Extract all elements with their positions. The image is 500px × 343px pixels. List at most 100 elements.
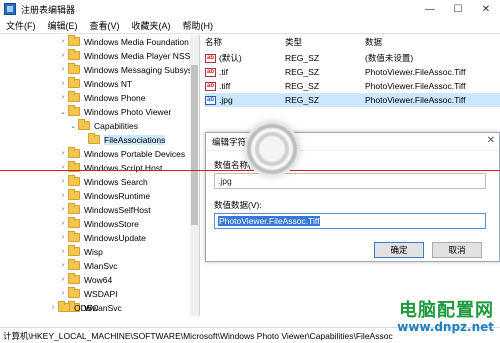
value-data-field[interactable]: PhotoViewer.FileAssoc.Tiff <box>214 213 486 229</box>
chevron-right-icon[interactable]: › <box>58 262 68 269</box>
value-data: PhotoViewer.FileAssoc.Tiff <box>365 95 466 105</box>
tree-item-label: Windows Media Foundation <box>84 36 189 47</box>
tree-item[interactable]: › WindowsSelfHost <box>58 203 151 216</box>
ok-button[interactable]: 确定 <box>374 242 424 258</box>
folder-icon <box>58 301 70 312</box>
watermark-title: 电脑配置网 <box>399 300 494 321</box>
tree-item[interactable]: › WindowsUpdate <box>58 231 146 244</box>
tree-item-label: Windows NT <box>84 78 133 89</box>
tree-item[interactable]: › Windows NT <box>58 77 132 90</box>
tree-item-label: Windows Photo Viewer <box>84 106 172 117</box>
tree-item[interactable]: › Windows Media Player NSS <box>58 49 190 62</box>
tree-item-label: WSDAPI <box>84 288 118 299</box>
tree-item[interactable]: › WindowsRuntime <box>58 189 150 202</box>
window-controls: — ☐ ✕ <box>416 0 500 18</box>
window-title: 注册表编辑器 <box>21 4 76 15</box>
tree-item[interactable]: › WSDAPI <box>58 287 118 300</box>
tree-item[interactable]: › Windows Phone <box>58 91 145 104</box>
folder-icon <box>68 77 80 88</box>
tree-item[interactable]: › Windows Portable Devices <box>58 147 185 160</box>
tree-item-label: Windows Messaging Subsys <box>84 64 193 75</box>
string-value-icon: ab <box>205 95 216 105</box>
column-header-type[interactable]: 类型 <box>285 36 365 48</box>
folder-icon <box>68 231 80 242</box>
folder-icon <box>68 147 80 158</box>
folder-icon <box>88 133 100 144</box>
folder-icon <box>68 63 80 74</box>
folder-icon <box>68 287 80 298</box>
tree-item-label: WindowsStore <box>84 218 139 229</box>
value-name: .tif <box>219 67 228 77</box>
tree-item[interactable]: › WindowsStore <box>58 217 139 230</box>
chevron-right-icon[interactable]: › <box>58 220 68 227</box>
dialog-close-icon[interactable]: ✕ <box>487 135 495 146</box>
folder-icon <box>68 245 80 256</box>
folder-icon <box>68 189 80 200</box>
value-row[interactable]: ab .tif REG_SZ PhotoViewer.FileAssoc.Tiff <box>205 65 500 79</box>
chevron-down-icon[interactable]: ⌄ <box>58 108 68 116</box>
tree-item-label: Windows Portable Devices <box>84 148 186 159</box>
chevron-right-icon[interactable]: › <box>58 80 68 87</box>
minimize-button[interactable]: — <box>416 0 444 18</box>
registry-tree: › Windows Media Foundation › Windows Media… <box>0 35 200 316</box>
loading-spinner-icon <box>244 121 300 177</box>
value-name-field[interactable]: .jpg <box>214 173 486 189</box>
value-type: REG_SZ <box>285 81 320 91</box>
chevron-right-icon[interactable]: › <box>58 178 68 185</box>
chevron-right-icon[interactable]: › <box>58 248 68 255</box>
scrollbar-thumb[interactable] <box>191 65 198 225</box>
tree-item[interactable]: › Windows Script Host <box>58 161 162 174</box>
menu-view[interactable]: 查看(V) <box>84 19 126 32</box>
column-header-name[interactable]: 名称 <box>205 36 285 48</box>
value-row-selected[interactable]: ab .jpg REG_SZ PhotoViewer.FileAssoc.Tiff <box>205 93 500 107</box>
chevron-right-icon[interactable]: › <box>58 66 68 73</box>
value-data: (数值未设置) <box>365 53 414 63</box>
menu-help[interactable]: 帮助(H) <box>177 19 220 32</box>
close-button[interactable]: ✕ <box>472 0 500 18</box>
menu-file[interactable]: 文件(F) <box>0 19 42 32</box>
tree-item[interactable]: › Windows Messaging Subsys <box>58 63 192 76</box>
chevron-right-icon[interactable]: › <box>48 304 58 311</box>
folder-icon <box>78 119 90 130</box>
tree-item[interactable]: ⌄ Windows Photo Viewer <box>58 105 171 118</box>
chevron-right-icon[interactable]: › <box>58 290 68 297</box>
tree-item[interactable]: › WlanSvc <box>58 259 118 272</box>
folder-icon <box>68 217 80 228</box>
chevron-right-icon[interactable]: › <box>58 234 68 241</box>
chevron-right-icon[interactable]: › <box>58 192 68 199</box>
tree-item-selected[interactable]: FileAssociations <box>78 133 166 146</box>
tree-item-label: WlanSvc <box>84 260 118 271</box>
tree-item[interactable]: › Wow64 <box>58 273 112 286</box>
tree-item[interactable]: › Windows Search <box>58 175 148 188</box>
tree-item-label: Windows Script Host <box>84 162 163 173</box>
menu-edit[interactable]: 编辑(E) <box>42 19 84 32</box>
menu-favorites[interactable]: 收藏夹(A) <box>126 19 177 32</box>
folder-icon <box>68 105 80 116</box>
value-row[interactable]: ab (默认) REG_SZ (数值未设置) <box>205 51 500 65</box>
chevron-right-icon[interactable]: › <box>58 150 68 157</box>
tree-item-label: Windows Phone <box>84 92 146 103</box>
tree-item[interactable]: › Windows Media Foundation <box>58 35 189 48</box>
value-data-text: PhotoViewer.FileAssoc.Tiff <box>218 216 321 226</box>
tree-item-label: WindowsRuntime <box>84 190 151 201</box>
chevron-right-icon[interactable]: › <box>58 94 68 101</box>
tree-item[interactable]: › Wisp <box>58 245 103 258</box>
cancel-button[interactable]: 取消 <box>432 242 482 258</box>
column-header-data[interactable]: 数据 <box>365 36 500 48</box>
folder-icon <box>68 91 80 102</box>
chevron-down-icon[interactable]: ⌄ <box>68 122 78 130</box>
chevron-right-icon[interactable]: › <box>58 52 68 59</box>
chevron-right-icon[interactable]: › <box>58 276 68 283</box>
value-name: .tiff <box>219 81 231 91</box>
maximize-button[interactable]: ☐ <box>444 0 472 18</box>
chevron-right-icon[interactable]: › <box>58 206 68 213</box>
value-name: (默认) <box>219 53 242 63</box>
tree-scrollbar[interactable] <box>190 35 199 316</box>
tree-item-label: Wisp <box>84 246 103 257</box>
chevron-right-icon[interactable]: › <box>58 38 68 45</box>
menu-bar: 文件(F) 编辑(E) 查看(V) 收藏夹(A) 帮助(H) <box>0 18 500 34</box>
tree-item[interactable]: ⌄ Capabilities <box>68 119 138 132</box>
value-row[interactable]: ab .tiff REG_SZ PhotoViewer.FileAssoc.Tif… <box>205 79 500 93</box>
watermark: 电脑配置网 www.dnpz.net <box>397 296 494 334</box>
tree-item[interactable]: › ODBC <box>48 301 99 314</box>
